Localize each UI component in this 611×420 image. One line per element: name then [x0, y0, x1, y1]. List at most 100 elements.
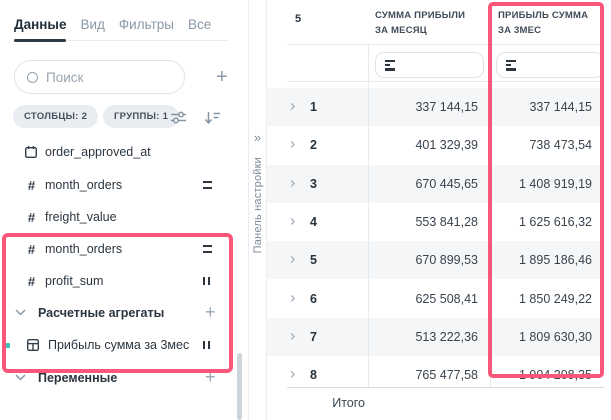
totals-row: Итого — [267, 387, 611, 420]
field-row-freight-value[interactable]: # freight_value — [0, 201, 238, 233]
field-label: order_approved_at — [45, 145, 151, 159]
columns-count-badge[interactable]: СТОЛБЦЫ: 2 — [13, 105, 98, 128]
cell-rolling: 1 625 616,32 — [490, 215, 604, 229]
row-expand-icon[interactable]: › — [290, 252, 295, 268]
row-expand-icon[interactable]: › — [290, 137, 295, 153]
column-divider — [490, 44, 491, 420]
equals-icon[interactable] — [203, 181, 212, 189]
column-filter-input-rolling[interactable] — [496, 52, 604, 78]
column-header-line: ЗА МЕСЯЦ — [375, 23, 465, 38]
field-row-month-orders-2[interactable]: # month_orders — [0, 233, 238, 265]
groups-count-badge[interactable]: ГРУППЫ: 1 — [103, 105, 179, 128]
add-aggregate-button[interactable]: + — [205, 302, 216, 323]
cell-monthly: 337 144,15 — [368, 100, 490, 114]
app-window: Данные Вид Фильтры Все + СТОЛБЦЫ: 2 ГРУП… — [0, 0, 611, 420]
filter-icon — [506, 60, 516, 71]
row-number: 5 — [310, 253, 317, 267]
table-row[interactable]: ›7 513 222,36 1 809 630,30 — [267, 318, 604, 356]
field-label: profit_sum — [45, 274, 103, 288]
section-calculated-aggregates[interactable]: Расчетные агрегаты + — [0, 297, 238, 329]
expand-panel-icon[interactable]: » — [249, 131, 266, 144]
sort-order-icon[interactable] — [203, 108, 222, 127]
table-row[interactable]: ›3 670 445,65 1 408 919,19 — [267, 165, 604, 203]
tab-view[interactable]: Вид — [80, 12, 104, 40]
table-row[interactable]: › 2 401 329,39 738 473,54 — [267, 126, 604, 164]
table-body: ›1 337 144,15 337 144,15 › 2 401 329,39 7… — [267, 88, 604, 387]
cell-monthly: 553 841,28 — [368, 215, 490, 229]
row-expand-icon[interactable]: › — [290, 367, 295, 383]
add-field-button[interactable]: + — [216, 67, 228, 87]
cell-rolling: 738 473,54 — [490, 138, 604, 152]
column-filter-input-monthly[interactable] — [375, 52, 484, 78]
search-icon — [27, 72, 38, 83]
field-row-month-orders[interactable]: # month_orders — [0, 169, 238, 201]
chevron-down-icon[interactable] — [15, 374, 26, 381]
calendar-icon — [24, 145, 39, 159]
tab-data[interactable]: Данные — [14, 12, 66, 40]
row-expand-icon[interactable]: › — [290, 328, 295, 344]
cell-monthly: 670 899,53 — [368, 253, 490, 267]
section-label: Расчетные агрегаты — [38, 306, 164, 320]
filter-row-divider — [287, 81, 604, 82]
cell-rolling: 1 895 186,46 — [490, 253, 604, 267]
cell-monthly: 625 508,41 — [368, 292, 490, 306]
settings-panel-strip[interactable]: » Панель настройки — [248, 0, 267, 420]
cell-monthly: 401 329,39 — [368, 138, 490, 152]
table-row[interactable]: › 4 553 841,28 1 625 616,32 — [267, 203, 604, 241]
calculator-icon — [26, 338, 41, 352]
column-header-rolling[interactable]: ПРИБЫЛЬ СУММА ЗА 3МЕС — [498, 8, 588, 38]
cell-rolling: 1 904 208,35 — [490, 368, 604, 382]
row-number: 3 — [310, 177, 317, 191]
add-variable-button[interactable]: + — [205, 367, 216, 388]
active-field-bullet — [5, 343, 10, 348]
tab-all[interactable]: Все — [188, 12, 211, 40]
row-number: 6 — [310, 292, 317, 306]
totals-divider — [287, 387, 604, 388]
pause-icon[interactable] — [203, 277, 210, 285]
fields-panel: Данные Вид Фильтры Все + СТОЛБЦЫ: 2 ГРУП… — [0, 0, 248, 420]
field-row-profit-sum[interactable]: # profit_sum — [0, 265, 238, 297]
section-variables[interactable]: Переменные + — [0, 362, 238, 394]
cell-monthly: 765 477,58 — [368, 368, 490, 382]
column-header-monthly[interactable]: СУММА ПРИБЫЛИ ЗА МЕСЯЦ — [375, 8, 465, 38]
field-row-profit-sum-3m[interactable]: Прибыль сумма за 3мес — [0, 329, 238, 361]
table-row[interactable]: › 5 670 899,53 1 895 186,46 — [267, 241, 604, 279]
chevron-down-icon[interactable] — [15, 309, 26, 316]
cell-monthly: 513 222,36 — [368, 330, 490, 344]
totals-label: Итого — [267, 396, 365, 410]
number-field-icon: # — [24, 210, 39, 225]
column-header-line: ЗА 3МЕС — [498, 23, 588, 38]
column-divider — [368, 44, 369, 420]
equals-icon[interactable] — [203, 245, 212, 253]
cell-rolling: 1 850 249,22 — [490, 292, 604, 306]
table-row[interactable]: ›1 337 144,15 337 144,15 — [267, 88, 604, 126]
row-expand-icon[interactable]: › — [290, 213, 295, 229]
pivot-table: 5 СУММА ПРИБЫЛИ ЗА МЕСЯЦ ПРИБЫЛЬ СУММА З… — [267, 0, 611, 420]
row-expand-icon[interactable]: › — [290, 175, 295, 191]
column-header-line: СУММА ПРИБЫЛИ — [375, 8, 465, 23]
row-expand-icon[interactable]: › — [290, 99, 295, 115]
field-label: freight_value — [45, 210, 117, 224]
number-field-icon: # — [24, 178, 39, 193]
field-row-order-approved-at[interactable]: order_approved_at — [0, 136, 238, 168]
sidebar-scrollbar[interactable] — [237, 353, 242, 420]
search-field[interactable] — [46, 70, 172, 85]
cell-rolling: 1 408 919,19 — [490, 177, 604, 191]
row-number: 2 — [310, 138, 317, 152]
row-expand-icon[interactable]: › — [290, 290, 295, 306]
tune-filters-icon[interactable] — [169, 108, 188, 127]
table-row[interactable]: › 8 765 477,58 1 904 208,35 — [267, 356, 604, 387]
filter-icon — [385, 60, 395, 71]
search-input[interactable] — [14, 60, 185, 94]
field-label: Прибыль сумма за 3мес — [48, 338, 189, 352]
header-divider — [287, 44, 604, 45]
cell-rolling: 337 144,15 — [490, 100, 604, 114]
tab-filters[interactable]: Фильтры — [119, 12, 174, 40]
section-label: Переменные — [38, 371, 117, 385]
number-field-icon: # — [24, 242, 39, 257]
row-number: 7 — [310, 330, 317, 344]
row-number: 4 — [310, 215, 317, 229]
table-row[interactable]: › 6 625 508,41 1 850 249,22 — [267, 279, 604, 317]
row-number: 8 — [310, 368, 317, 382]
pause-icon[interactable] — [203, 341, 210, 349]
